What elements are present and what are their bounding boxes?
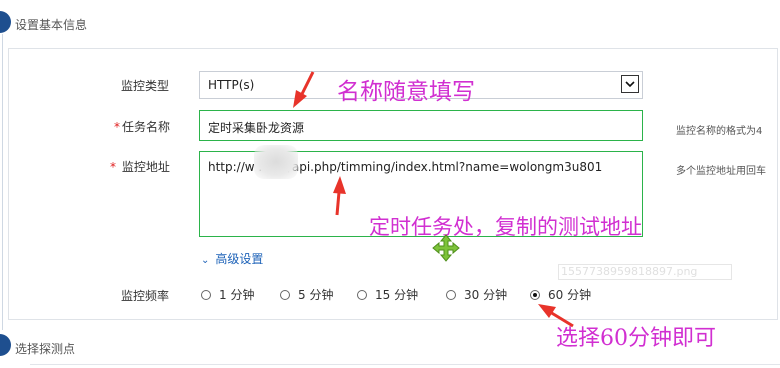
monitor-type-label: 监控类型 [121,79,170,93]
task-name-value: 定时采集卧龙资源 [208,121,305,135]
section-title-probe-points: 选择探测点 [15,342,76,356]
required-mark: * [110,160,116,174]
task-name-label-text: 任务名称 [122,120,171,134]
frequency-option-label: 1 分钟 [219,288,255,302]
annotation-freq-note: 选择60分钟即可 [556,326,716,351]
monitor-type-value: HTTP(s) [208,78,255,92]
monitor-url-hint: 多个监控地址用回车 [676,166,766,177]
step-indicator-1 [0,11,11,33]
monitor-url-label-text: 监控地址 [121,160,170,174]
chevron-down-icon: ⌄ [201,255,210,266]
frequency-label: 监控频率 [121,289,170,303]
chevron-down-icon [625,81,635,88]
frequency-option-30[interactable]: 30 分钟 [446,286,508,302]
divider [30,364,780,365]
frequency-option-15[interactable]: 15 分钟 [357,286,419,302]
radio-button[interactable] [201,290,211,300]
frequency-option-label: 5 分钟 [298,288,334,302]
radio-button[interactable] [357,290,367,300]
monitor-url-label: * 监控地址 [110,158,170,175]
redacted-blur [254,145,298,179]
annotation-name-note: 名称随意填写 [337,79,475,105]
frequency-option-label: 30 分钟 [464,288,508,302]
radio-button-selected[interactable] [530,290,540,300]
task-name-input[interactable]: 定时采集卧龙资源 [199,110,643,141]
frequency-option-label: 15 分钟 [375,288,419,302]
step-indicator-2 [0,334,11,356]
dragged-file-ghost: 1557738959818897.png [558,264,732,280]
radio-button[interactable] [280,290,290,300]
task-name-label: * 任务名称 [114,118,170,135]
section-title-basic-info: 设置基本信息 [15,18,88,32]
required-mark: * [114,120,120,134]
dropdown-button[interactable] [621,75,639,93]
frequency-option-label: 60 分钟 [548,288,592,302]
step-connector-line [2,34,3,330]
advanced-settings-label: 高级设置 [215,252,264,266]
advanced-settings-toggle[interactable]: ⌄ 高级设置 [201,250,263,267]
frequency-option-60[interactable]: 60 分钟 [530,286,592,302]
frequency-option-5[interactable]: 5 分钟 [280,286,334,302]
task-name-hint: 监控名称的格式为4 [676,126,763,137]
radio-button[interactable] [446,290,456,300]
annotation-url-note: 定时任务处，复制的测试地址 [369,215,642,239]
frequency-option-1[interactable]: 1 分钟 [201,286,255,302]
